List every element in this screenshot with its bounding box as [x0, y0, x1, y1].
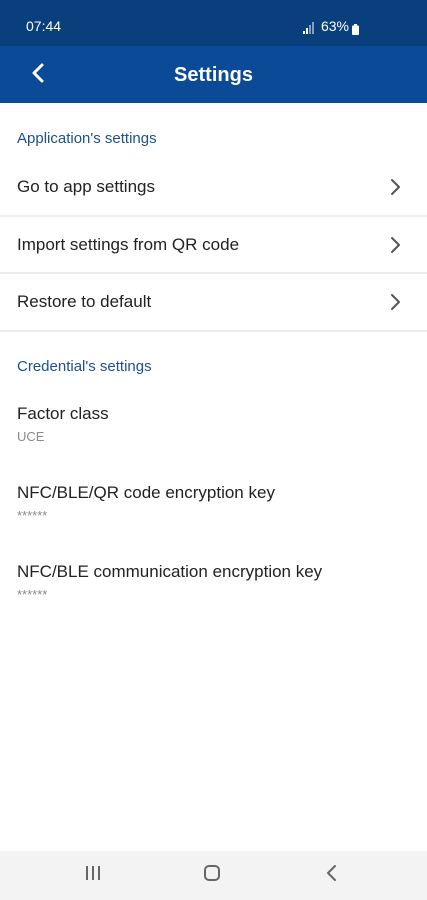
restore-default-label: Restore to default [17, 292, 152, 311]
recents-icon [84, 864, 102, 887]
go-to-app-settings-row[interactable]: Go to app settings [0, 159, 427, 215]
divider [0, 330, 427, 332]
back-icon [323, 864, 341, 887]
nfc-ble-comm-key-value: ****** [17, 587, 48, 602]
battery-percent: 63% [320, 18, 349, 34]
page-title: Settings [174, 64, 253, 86]
import-settings-qr-label: Import settings from QR code [17, 235, 240, 254]
go-to-app-settings-label: Go to app settings [17, 177, 155, 196]
nfc-ble-qr-key-value: ****** [17, 508, 48, 523]
nfc-ble-comm-key-title: NFC/BLE communication encryption key [17, 562, 323, 581]
chevron-right-icon [389, 292, 403, 312]
restore-default-row[interactable]: Restore to default [0, 274, 427, 330]
status-indicators: 63% [302, 17, 359, 35]
nfc-ble-qr-key-title: NFC/BLE/QR code encryption key [17, 483, 275, 502]
chevron-right-icon [389, 177, 403, 197]
battery-icon [352, 21, 359, 35]
section-header-application: Application's settings [17, 130, 157, 147]
home-icon [203, 864, 221, 887]
status-bar: 07:44 63% [0, 0, 427, 46]
recents-button[interactable] [81, 863, 105, 887]
system-nav-bar [0, 851, 427, 900]
factor-class-value: UCE [17, 429, 45, 444]
factor-class-title: Factor class [17, 404, 109, 423]
signal-icon [302, 20, 315, 34]
system-back-button[interactable] [320, 863, 344, 887]
app-bar: Settings [0, 46, 427, 103]
import-settings-qr-row[interactable]: Import settings from QR code [0, 217, 427, 273]
status-time: 07:44 [26, 18, 62, 34]
home-button[interactable] [200, 863, 224, 887]
chevron-right-icon [389, 235, 403, 255]
section-header-credential: Credential's settings [17, 358, 152, 375]
